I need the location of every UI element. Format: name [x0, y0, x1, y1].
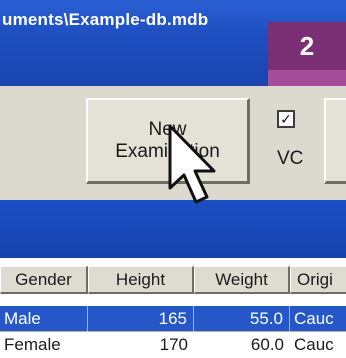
window-title: uments\Example-db.mdb — [2, 10, 209, 29]
cell-origin: Cauc — [294, 309, 334, 328]
cell-gender: Female — [4, 335, 61, 354]
column-header-origin[interactable]: Origi — [290, 266, 346, 294]
next-toolbar-button[interactable] — [324, 98, 346, 184]
step-badge: 2 — [268, 22, 346, 70]
cell-weight: 60.0 — [250, 335, 284, 354]
cell-weight: 55.0 — [194, 306, 290, 332]
step-badge-accent — [268, 70, 346, 86]
cell-gender: Male — [0, 306, 88, 332]
cell-height: 165 — [88, 306, 194, 332]
cell-height: 170 — [159, 335, 188, 354]
cell-origin: Cauc — [294, 335, 334, 354]
column-header-gender[interactable]: Gender — [0, 266, 88, 294]
table-row[interactable]: Male 165 55.0 Cauc — [0, 306, 346, 332]
arrow-cursor-icon — [168, 124, 216, 204]
step-number: 2 — [299, 30, 315, 61]
table-row[interactable]: Female 170 60.0 Cauc — [0, 332, 346, 358]
checkmark-icon: ✓ — [280, 111, 292, 127]
column-header-height[interactable]: Height — [88, 266, 194, 294]
vc-label: VC — [277, 148, 304, 169]
column-header-weight[interactable]: Weight — [194, 266, 290, 294]
vc-checkbox[interactable]: ✓ — [277, 110, 295, 128]
